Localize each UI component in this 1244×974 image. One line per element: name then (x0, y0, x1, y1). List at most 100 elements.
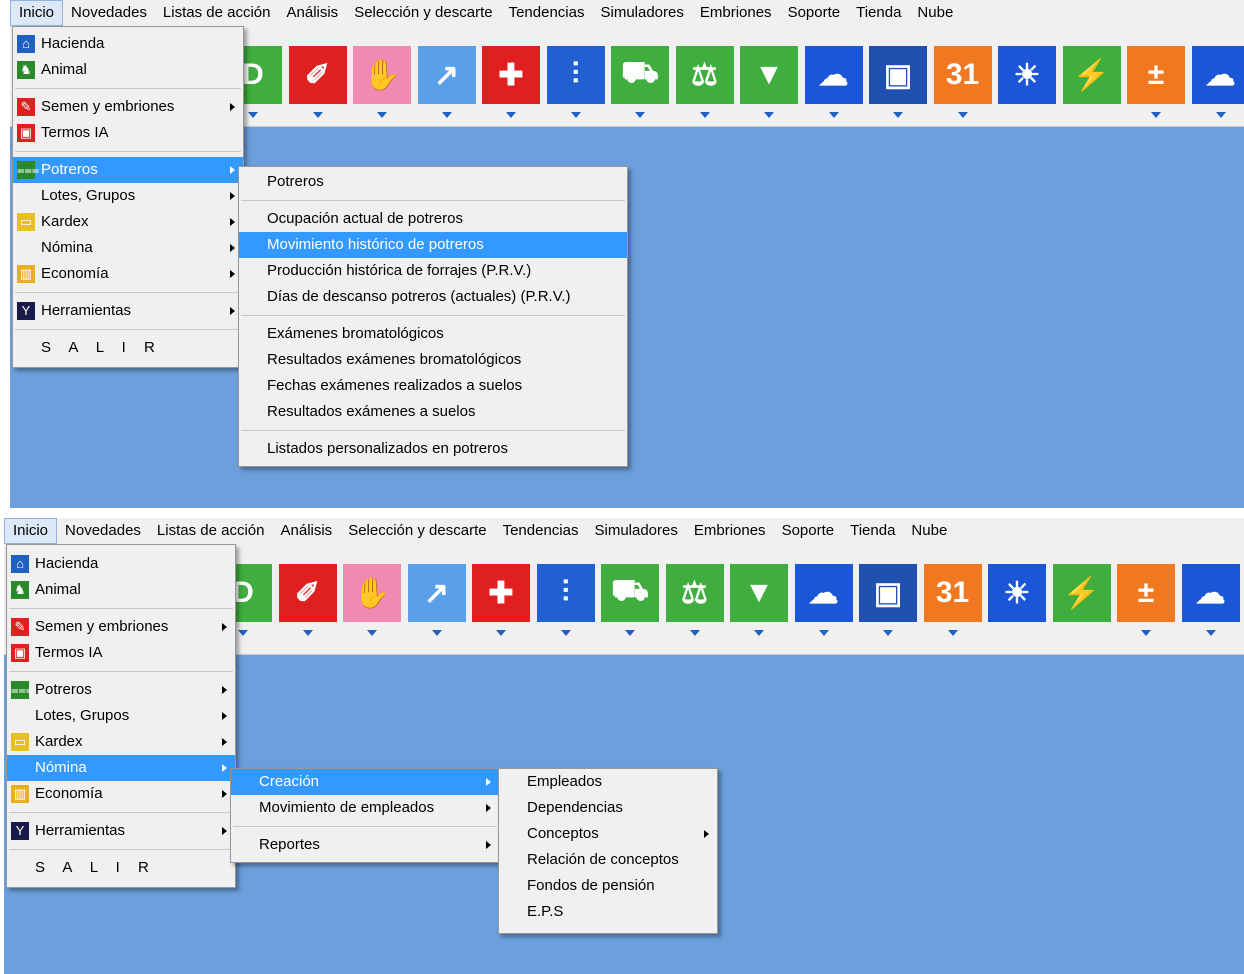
toolbar-button-syringe[interactable]: ↗ (407, 564, 466, 644)
submenu-item-reportes[interactable]: Reportes (231, 832, 499, 858)
menu-item-lotes[interactable]: Lotes, Grupos (13, 183, 243, 209)
toolbar-button-scale[interactable]: ⚖ (675, 46, 734, 126)
dropdown-arrow-icon[interactable] (764, 112, 774, 118)
submenu-item-listados-personalizados[interactable]: Listados personalizados en potreros (239, 436, 627, 462)
submenu-item-relacion-conceptos[interactable]: Relación de conceptos (499, 847, 717, 873)
menu-simuladores[interactable]: Simuladores (586, 518, 685, 544)
toolbar-button-cow[interactable]: ▣ (869, 46, 927, 126)
submenu-item-fechas-suelos[interactable]: Fechas exámenes realizados a suelos (239, 373, 627, 399)
toolbar-button-calculator[interactable]: ± (1117, 564, 1175, 644)
toolbar-button-cloud-upload[interactable]: ☁ (1191, 46, 1244, 126)
toolbar-button-grass[interactable]: ⫶ (546, 46, 605, 126)
dropdown-arrow-icon[interactable] (238, 630, 248, 636)
menu-tendencias[interactable]: Tendencias (501, 0, 593, 26)
menu-listas-accion[interactable]: Listas de acción (149, 518, 273, 544)
toolbar-button-usb[interactable]: ⚡ (1062, 46, 1121, 126)
submenu-item-produccion-forrajes[interactable]: Producción histórica de forrajes (P.R.V.… (239, 258, 627, 284)
toolbar-button-truck[interactable]: ⛟ (601, 564, 659, 644)
submenu-item-ocupacion[interactable]: Ocupación actual de potreros (239, 206, 627, 232)
dropdown-arrow-icon[interactable] (441, 112, 452, 118)
menu-nube[interactable]: Nube (909, 0, 961, 26)
toolbar-button-calculator[interactable]: ± (1127, 46, 1185, 126)
menu-item-herramientas[interactable]: Y Herramientas (7, 818, 235, 844)
menu-item-kardex[interactable]: ▭ Kardex (13, 209, 243, 235)
dropdown-arrow-icon[interactable] (699, 112, 710, 118)
menu-inicio[interactable]: Inicio (4, 518, 58, 544)
submenu-item-empleados[interactable]: Empleados (499, 769, 717, 795)
menu-item-semen[interactable]: ✎ Semen y embriones (7, 614, 235, 640)
menu-nube[interactable]: Nube (903, 518, 955, 544)
dropdown-arrow-icon[interactable] (828, 112, 839, 118)
menu-item-nomina[interactable]: Nómina (7, 755, 235, 781)
toolbar-button-bucket[interactable]: ▼ (730, 564, 788, 644)
menu-item-nomina[interactable]: Nómina (13, 235, 243, 261)
menu-listas-accion[interactable]: Listas de acción (155, 0, 279, 26)
menu-seleccion-descarte[interactable]: Selección y descarte (340, 518, 494, 544)
toolbar-button-grass[interactable]: ⫶ (536, 564, 595, 644)
dropdown-arrow-icon[interactable] (431, 630, 442, 636)
dropdown-arrow-icon[interactable] (818, 630, 829, 636)
dropdown-arrow-icon[interactable] (689, 630, 700, 636)
dropdown-arrow-icon[interactable] (570, 112, 581, 118)
dropdown-arrow-icon[interactable] (506, 112, 516, 118)
menu-item-kardex[interactable]: ▭ Kardex (7, 729, 235, 755)
toolbar-button-semen[interactable]: ✐ (288, 46, 347, 126)
toolbar-button-weather[interactable]: ☁ (794, 564, 853, 644)
menu-item-salir[interactable]: S A L I R (7, 855, 235, 881)
toolbar-button-lightbulb[interactable]: ☀ (998, 46, 1056, 126)
submenu-item-conceptos[interactable]: Conceptos (499, 821, 717, 847)
toolbar-button-cloud-upload[interactable]: ☁ (1181, 564, 1240, 644)
submenu-item-resultados-suelos[interactable]: Resultados exámenes a suelos (239, 399, 627, 425)
menu-item-salir[interactable]: S A L I R (13, 335, 243, 361)
dropdown-arrow-icon[interactable] (1205, 630, 1216, 636)
toolbar-button-medical-kit[interactable]: ✚ (482, 46, 540, 126)
dropdown-arrow-icon[interactable] (625, 630, 635, 636)
menu-analisis[interactable]: Análisis (273, 518, 341, 544)
toolbar-button-glove[interactable]: ✋ (343, 564, 401, 644)
submenu-item-dependencias[interactable]: Dependencias (499, 795, 717, 821)
toolbar-button-syringe[interactable]: ↗ (417, 46, 476, 126)
menu-novedades[interactable]: Novedades (63, 0, 155, 26)
toolbar-button-calendar[interactable]: 31 (933, 46, 992, 126)
dropdown-arrow-icon[interactable] (893, 112, 903, 118)
toolbar-button-lightbulb[interactable]: ☀ (988, 564, 1046, 644)
dropdown-arrow-icon[interactable] (312, 112, 323, 118)
submenu-item-movimiento-historico[interactable]: Movimiento histórico de potreros (239, 232, 627, 258)
toolbar-button-weather[interactable]: ☁ (804, 46, 863, 126)
toolbar-button-calendar[interactable]: 31 (923, 564, 982, 644)
dropdown-arrow-icon[interactable] (957, 112, 968, 118)
menu-embriones[interactable]: Embriones (686, 518, 774, 544)
dropdown-arrow-icon[interactable] (248, 112, 258, 118)
menu-item-lotes[interactable]: Lotes, Grupos (7, 703, 235, 729)
menu-novedades[interactable]: Novedades (57, 518, 149, 544)
menu-tienda[interactable]: Tienda (848, 0, 909, 26)
dropdown-arrow-icon[interactable] (496, 630, 506, 636)
toolbar-button-medical-kit[interactable]: ✚ (472, 564, 530, 644)
submenu-item-potreros[interactable]: Potreros (239, 169, 627, 195)
dropdown-arrow-icon[interactable] (377, 112, 387, 118)
menu-item-economia[interactable]: ▥ Economía (7, 781, 235, 807)
menu-item-semen[interactable]: ✎ Semen y embriones (13, 94, 243, 120)
menu-analisis[interactable]: Análisis (279, 0, 347, 26)
toolbar-button-cow[interactable]: ▣ (859, 564, 917, 644)
dropdown-arrow-icon[interactable] (1215, 112, 1226, 118)
dropdown-arrow-icon[interactable] (367, 630, 377, 636)
menu-soporte[interactable]: Soporte (780, 0, 849, 26)
dropdown-arrow-icon[interactable] (883, 630, 893, 636)
menu-item-animal[interactable]: ♞ Animal (7, 577, 235, 603)
dropdown-arrow-icon[interactable] (302, 630, 313, 636)
toolbar-button-usb[interactable]: ⚡ (1052, 564, 1111, 644)
toolbar-button-bucket[interactable]: ▼ (740, 46, 798, 126)
menu-inicio[interactable]: Inicio (10, 0, 64, 26)
dropdown-arrow-icon[interactable] (1141, 630, 1151, 636)
submenu-item-resultados-bromatologicos[interactable]: Resultados exámenes bromatológicos (239, 347, 627, 373)
submenu-item-dias-descanso[interactable]: Días de descanso potreros (actuales) (P.… (239, 284, 627, 310)
toolbar-button-glove[interactable]: ✋ (353, 46, 411, 126)
menu-seleccion-descarte[interactable]: Selección y descarte (346, 0, 500, 26)
menu-item-potreros[interactable]: ⩶ Potreros (13, 157, 243, 183)
submenu-item-movimiento-empleados[interactable]: Movimiento de empleados (231, 795, 499, 821)
menu-item-economia[interactable]: ▥ Economía (13, 261, 243, 287)
menu-tendencias[interactable]: Tendencias (495, 518, 587, 544)
submenu-item-examenes-bromatologicos[interactable]: Exámenes bromatológicos (239, 321, 627, 347)
menu-item-animal[interactable]: ♞ Animal (13, 57, 243, 83)
